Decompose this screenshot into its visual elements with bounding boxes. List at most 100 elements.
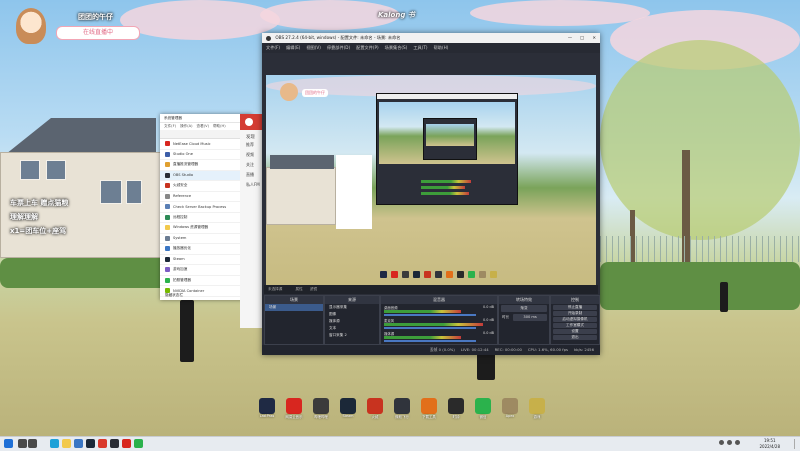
control-button[interactable]: 启动虚拟摄像机 — [553, 317, 597, 322]
process-row[interactable]: Windows 资源管理器 — [160, 223, 252, 234]
network-icon[interactable] — [719, 440, 724, 445]
process-icon — [165, 193, 170, 199]
taskbar-task-view-icon[interactable] — [28, 439, 37, 448]
task-manager-window[interactable]: 系统管理器 文件(F) 操作(A) 查看(V) 帮助(H) NetEase Cl… — [160, 114, 252, 300]
source-item[interactable]: 媒体源 — [325, 318, 379, 325]
desktop-icon[interactable]: LastPass — [256, 398, 278, 419]
audio-mixer-dock[interactable]: 混音器 桌面音频 0.0 dB 麦克风 0.0 dB 媒体源 0.0 dB — [380, 295, 498, 345]
desktop-icon[interactable]: 火绒 — [364, 398, 386, 419]
obs-menu-item[interactable]: 文件(F) — [266, 43, 280, 53]
obs-menu-item[interactable]: 配置文件(P) — [356, 43, 379, 53]
taskbar-search-icon[interactable] — [18, 439, 27, 448]
desktop-icon[interactable]: Apex — [499, 398, 521, 419]
clock-date: 2022/4/28 — [759, 443, 780, 449]
taskbar-netease-icon[interactable] — [122, 439, 131, 448]
obs-menu-item[interactable]: 帮助(H) — [434, 43, 449, 53]
process-row[interactable]: 游戏加速 — [160, 265, 252, 276]
obs-menu-item[interactable]: 编辑(E) — [286, 43, 300, 53]
taskbar-edge-icon[interactable] — [50, 439, 59, 448]
control-button[interactable]: 停止直播 — [553, 305, 597, 310]
menu-item[interactable]: 操作(A) — [180, 123, 192, 130]
obs-menu-item[interactable]: 停靠部件(D) — [327, 43, 350, 53]
taskbar-chrome-icon[interactable] — [98, 439, 107, 448]
obs-menu-item[interactable]: 工具(T) — [413, 43, 427, 53]
desktop-icon[interactable]: 微软飞行 — [391, 398, 413, 419]
process-row[interactable]: 火绒安全 — [160, 181, 252, 192]
desktop-icon[interactable]: 哔哩哔哩 — [310, 398, 332, 419]
taskbar-clock[interactable]: 19:51 2022/4/28 — [759, 438, 780, 449]
menu-item[interactable]: 查看(V) — [197, 123, 209, 130]
volume-slider[interactable] — [384, 340, 477, 342]
house-window — [20, 160, 40, 180]
desktop-icon[interactable]: 时钟 — [445, 398, 467, 419]
desktop-icon[interactable]: 游戏 — [526, 398, 548, 419]
transition-select[interactable]: 渐变 — [501, 305, 547, 312]
control-button[interactable]: 开始录制 — [553, 311, 597, 316]
process-row[interactable]: Steam — [160, 255, 252, 265]
obs-menu-item[interactable]: 场景集合(S) — [385, 43, 408, 53]
menu-item[interactable]: 文件(F) — [164, 123, 176, 130]
menu-item[interactable]: 帮助(H) — [213, 123, 226, 130]
taskbar-wechat-icon[interactable] — [134, 439, 143, 448]
desktop-app-icon — [340, 398, 356, 414]
volume-slider[interactable] — [384, 314, 477, 316]
volume-slider[interactable] — [384, 327, 477, 329]
close-button[interactable]: ✕ — [592, 33, 596, 43]
mixer-track[interactable]: 桌面音频 0.0 dB — [381, 304, 497, 317]
source-item[interactable]: 文本 — [325, 325, 379, 332]
control-button[interactable]: 设置 — [553, 329, 597, 334]
process-icon — [165, 204, 170, 210]
scenes-dock[interactable]: 场景 场景 — [264, 295, 324, 345]
preview-app-icon — [457, 271, 464, 278]
process-row[interactable]: Check Server Backup Process — [160, 202, 252, 213]
obs-preview-canvas[interactable]: 团团的午仔 — [266, 75, 596, 292]
mixer-track[interactable]: 媒体源 0.0 dB — [381, 330, 497, 343]
taskbar-steam-icon[interactable] — [86, 439, 95, 448]
sources-dock[interactable]: 来源 显示器采集 图像 媒体源 文本 窗口采集 2 — [324, 295, 380, 345]
process-row[interactable]: 播放器优化 — [160, 244, 252, 255]
process-row[interactable]: System — [160, 234, 252, 244]
desktop-icon-label: 火绒 — [371, 415, 379, 419]
process-icon — [165, 183, 170, 189]
source-item[interactable]: 显示器采集 — [325, 304, 379, 311]
transitions-dock[interactable]: 转场特效 渐变 时长 300 ms — [498, 295, 550, 345]
input-method-icon[interactable] — [735, 440, 740, 445]
preview-desktop-icons — [380, 271, 497, 278]
no-source-bar: 未选择源 属性 滤镜 — [264, 285, 598, 294]
task-manager-footer[interactable]: 隐藏状态栏 — [165, 293, 183, 298]
process-row[interactable]: Reference — [160, 192, 252, 202]
process-row[interactable]: 拍照管理器 — [160, 276, 252, 286]
desktop-icon[interactable]: 微信 — [472, 398, 494, 419]
controls-dock[interactable]: 控制 停止直播 开始录制 启动虚拟摄像机 工作室模式 设置 退出 — [550, 295, 600, 345]
desktop-icon-label: 微软飞行 — [395, 415, 409, 419]
process-row[interactable]: 直播推流管理器 — [160, 160, 252, 171]
system-tray — [719, 440, 740, 445]
volume-icon[interactable] — [727, 440, 732, 445]
desktop-icon[interactable]: 网易云音乐 — [283, 398, 305, 419]
taskbar-store-icon[interactable] — [74, 439, 83, 448]
process-icon — [165, 277, 170, 283]
taskbar-obs-icon[interactable] — [110, 439, 119, 448]
mixer-track[interactable]: 麦克风 0.0 dB — [381, 317, 497, 330]
minimize-button[interactable]: — — [568, 33, 572, 43]
filters-button[interactable]: 滤镜 — [310, 287, 317, 291]
desktop-icon[interactable]: Steam — [337, 398, 359, 419]
desktop-icon[interactable]: 下载工具 — [418, 398, 440, 419]
control-button[interactable]: 工作室模式 — [553, 323, 597, 328]
source-item[interactable]: 窗口采集 2 — [325, 332, 379, 339]
process-row[interactable]: 远程控制 — [160, 213, 252, 223]
process-row[interactable]: NetEase Cloud Music — [160, 139, 252, 150]
control-button[interactable]: 退出 — [553, 335, 597, 340]
obs-menu-item[interactable]: 视图(V) — [306, 43, 321, 53]
taskbar-start-icon[interactable] — [4, 439, 13, 448]
taskbar-explorer-icon[interactable] — [62, 439, 71, 448]
properties-button[interactable]: 属性 — [296, 287, 303, 291]
process-row[interactable]: Studio One — [160, 150, 252, 160]
show-desktop-button[interactable] — [794, 439, 798, 449]
duration-field[interactable]: 300 ms — [513, 314, 547, 321]
source-item[interactable]: 图像 — [325, 311, 379, 318]
maximize-button[interactable]: □ — [580, 33, 584, 43]
obs-window[interactable]: OBS 27.2.4 (64-bit, windows) - 配置文件: 未命名… — [262, 33, 600, 355]
scene-item[interactable]: 场景 — [265, 304, 323, 311]
process-row[interactable]: OBS Studio — [160, 170, 252, 181]
